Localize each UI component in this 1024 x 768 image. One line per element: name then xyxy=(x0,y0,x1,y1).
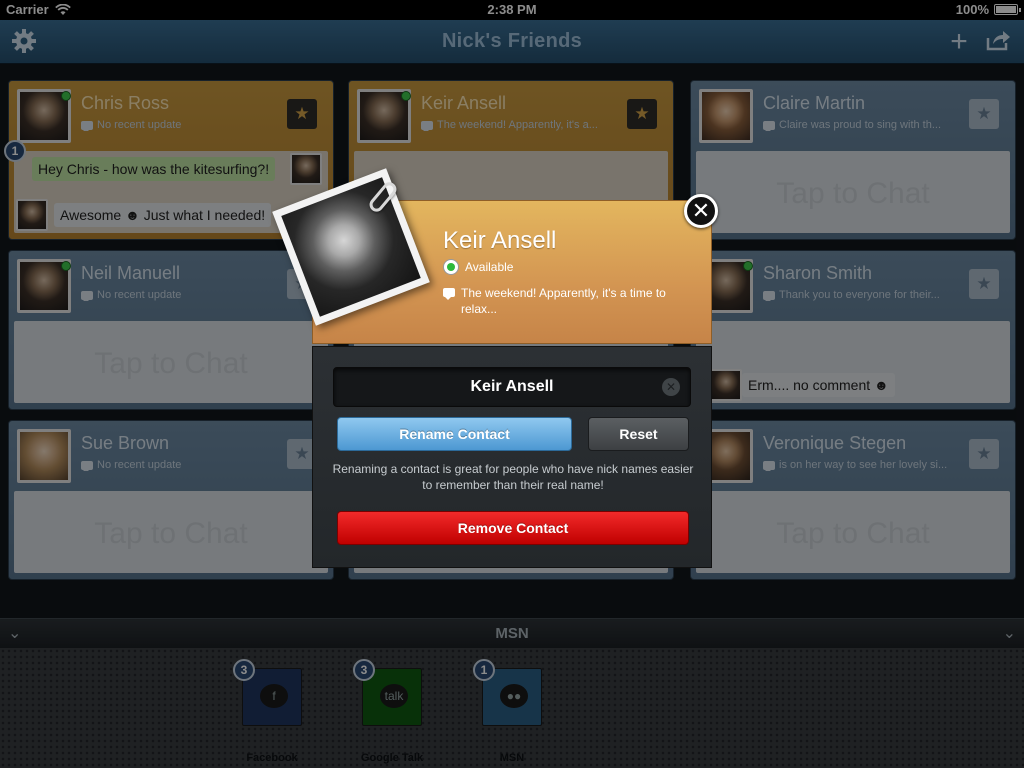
remove-contact-button[interactable]: Remove Contact xyxy=(337,511,689,545)
close-icon[interactable]: ✕ xyxy=(684,194,718,228)
contact-name-value: Keir Ansell xyxy=(470,378,554,395)
modal-body: Keir Ansell ✕ Rename Contact Reset Renam… xyxy=(312,346,712,568)
status-text: The weekend! Apparently, it's a time to … xyxy=(461,286,666,316)
availability: Available xyxy=(443,259,513,275)
reset-button[interactable]: Reset xyxy=(588,417,689,451)
contact-edit-modal: Keir Ansell Available The weekend! Appar… xyxy=(272,168,718,568)
speech-bubble-icon xyxy=(443,288,455,300)
modal-contact-name: Keir Ansell xyxy=(443,227,557,254)
contact-name-field[interactable]: Keir Ansell ✕ xyxy=(333,367,691,407)
rename-contact-button[interactable]: Rename Contact xyxy=(337,417,572,451)
clear-icon[interactable]: ✕ xyxy=(662,378,680,396)
availability-label: Available xyxy=(465,260,514,274)
available-icon xyxy=(443,259,459,275)
modal-status: The weekend! Apparently, it's a time to … xyxy=(443,285,693,317)
rename-hint: Renaming a contact is great for people w… xyxy=(332,462,694,492)
